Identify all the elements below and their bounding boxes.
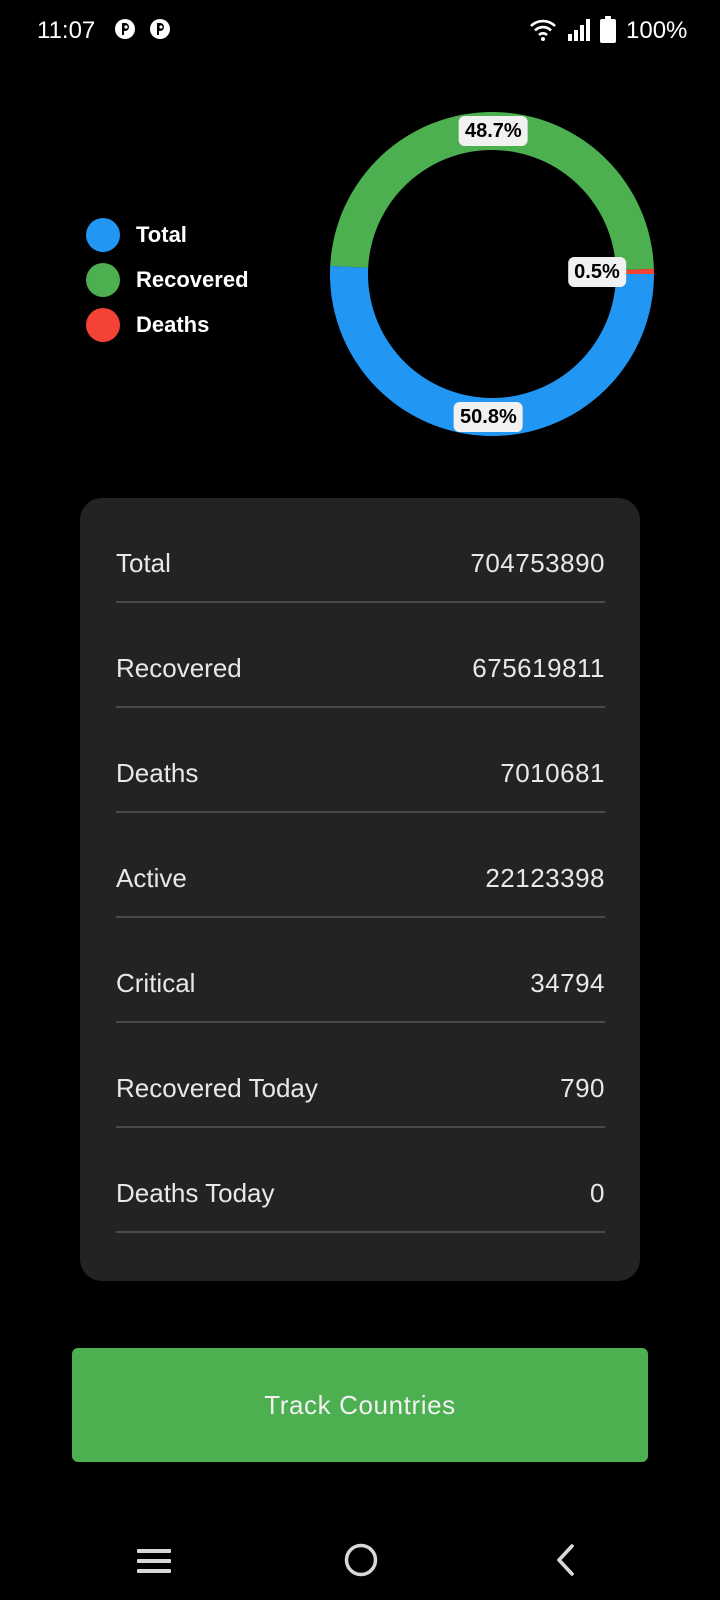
stat-label: Total <box>116 548 171 578</box>
status-time: 11:07 <box>37 17 96 44</box>
legend-label: Total <box>136 221 187 247</box>
stat-value: 34794 <box>530 968 605 998</box>
stat-value: 675619811 <box>472 653 605 683</box>
legend-label: Recovered <box>136 266 249 292</box>
legend-item-recovered: Recovered <box>86 257 249 302</box>
stat-label: Deaths <box>116 758 199 788</box>
system-nav-bar <box>0 1530 720 1590</box>
signal-icon <box>568 19 590 41</box>
stat-value: 0 <box>590 1178 605 1208</box>
chart-legend: Total Recovered Deaths <box>86 212 249 347</box>
stat-row-recovered-today: Recovered Today 790 <box>116 1023 605 1128</box>
stat-row-critical: Critical 34794 <box>116 918 605 1023</box>
row-divider <box>116 1231 605 1233</box>
track-countries-button[interactable]: Track Countries <box>72 1348 648 1462</box>
stat-row-total: Total 704753890 <box>116 498 605 603</box>
legend-item-total: Total <box>86 212 249 257</box>
legend-dot-deaths <box>86 307 120 342</box>
stat-value: 790 <box>560 1073 605 1103</box>
stat-value: 704753890 <box>470 548 605 578</box>
stat-label: Active <box>116 863 187 893</box>
app-notification-icon <box>150 19 170 39</box>
donut-label-total: 50.8% <box>454 401 523 432</box>
stat-row-recovered: Recovered 675619811 <box>116 603 605 708</box>
stat-value: 22123398 <box>485 863 605 893</box>
stats-card: Total 704753890 Recovered 675619811 Deat… <box>80 498 640 1281</box>
legend-dot-recovered <box>86 262 120 297</box>
status-bar: 11:07 100% <box>0 0 720 62</box>
legend-label: Deaths <box>136 311 210 337</box>
battery-percentage: 100% <box>626 17 688 44</box>
legend-item-deaths: Deaths <box>86 302 249 347</box>
wifi-icon <box>530 19 556 41</box>
stat-label: Recovered Today <box>116 1073 318 1103</box>
stat-row-deaths: Deaths 7010681 <box>116 708 605 813</box>
stat-label: Deaths Today <box>116 1178 275 1208</box>
stat-label: Critical <box>116 968 196 998</box>
home-icon[interactable] <box>343 1542 379 1578</box>
back-icon[interactable] <box>552 1542 580 1578</box>
stat-row-active: Active 22123398 <box>116 813 605 918</box>
donut-label-deaths: 0.5% <box>568 256 626 287</box>
donut-label-recovered: 48.7% <box>458 116 528 146</box>
stat-label: Recovered <box>116 653 242 683</box>
stat-value: 7010681 <box>500 758 605 788</box>
stat-row-deaths-today: Deaths Today 0 <box>116 1128 605 1233</box>
app-notification-icon <box>115 19 135 39</box>
battery-icon <box>600 16 616 43</box>
legend-dot-total <box>86 217 120 252</box>
menu-icon[interactable] <box>137 1547 171 1575</box>
